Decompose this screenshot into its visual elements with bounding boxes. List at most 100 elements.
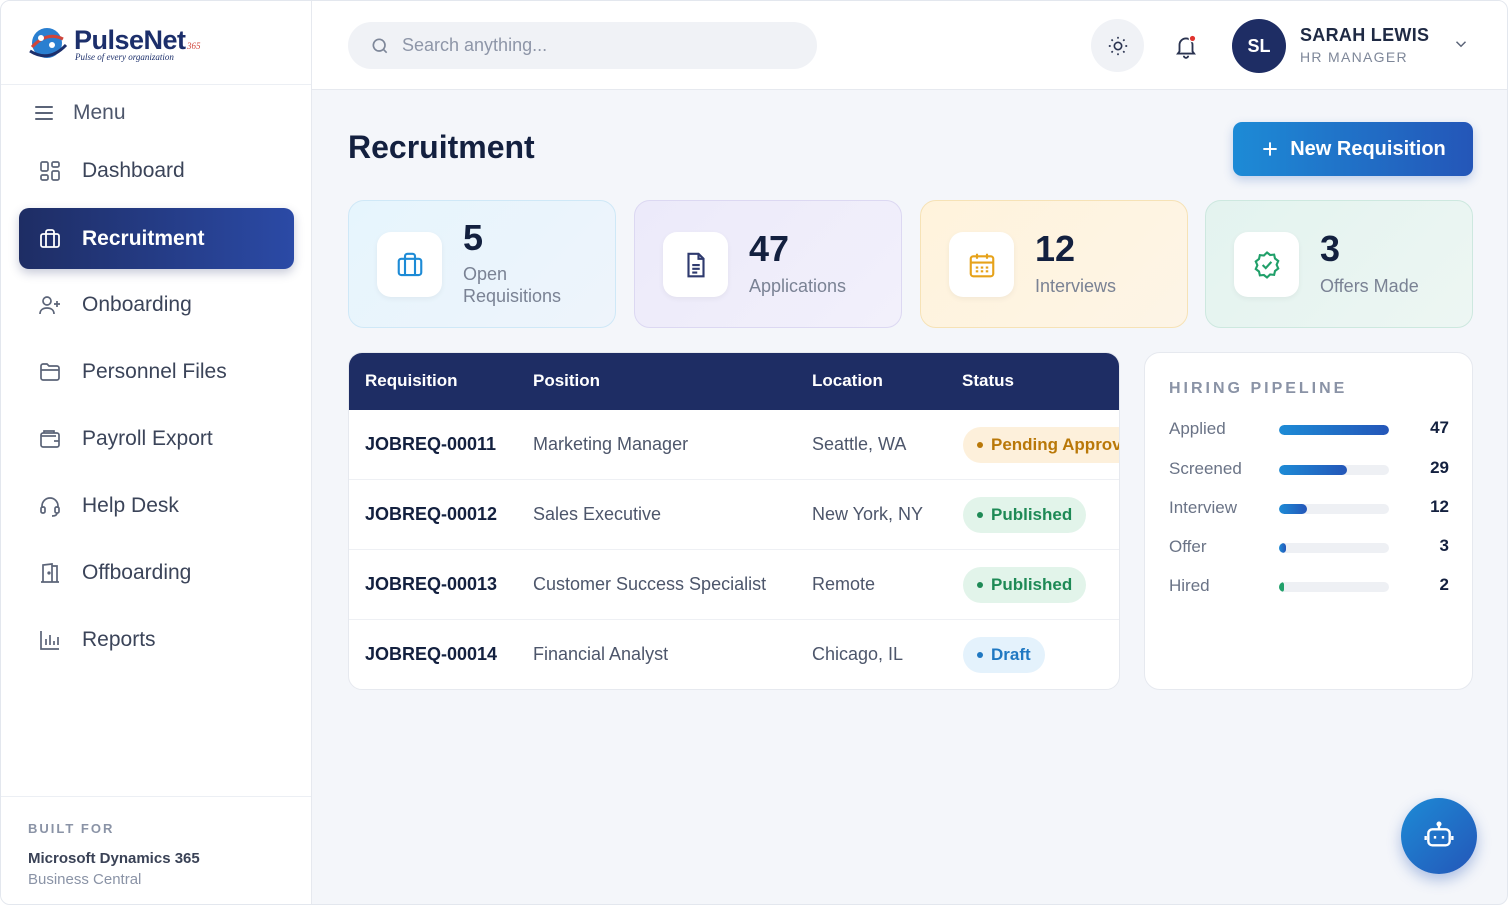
position-cell: Marketing Manager [533,434,689,454]
table-row[interactable]: JOBREQ-00012 Sales Executive New York, N… [349,480,1119,550]
status-badge: Published [963,567,1087,603]
menu-label: Menu [73,101,126,124]
sidebar-item-personnel-files[interactable]: Personnel Files [19,341,294,402]
sidebar-item-label: Payroll Export [82,426,213,450]
chevron-down-icon[interactable] [1452,35,1470,53]
menu-toggle[interactable]: Menu [33,99,126,127]
user-name[interactable]: SARAH LEWIS [1300,25,1429,46]
wallet-icon [37,426,63,452]
stat-card-applications[interactable]: 47 Applications [634,200,902,328]
stat-card-interviews[interactable]: 12 Interviews [920,200,1188,328]
requisitions-table: Requisition Position Location Status JOB… [348,352,1120,690]
brand-tagline: Pulse of every organization [75,52,174,62]
requisition-id[interactable]: JOBREQ-00013 [365,574,497,595]
grid-icon [37,158,63,184]
sidebar-item-offboarding[interactable]: Offboarding [19,542,294,603]
stage-progress-bar [1279,582,1389,592]
status-text: Draft [991,645,1031,664]
sun-icon [1108,36,1127,55]
sidebar-item-onboarding[interactable]: Onboarding [19,274,294,335]
search-box[interactable] [348,22,817,69]
sidebar-item-dashboard[interactable]: Dashboard [19,140,294,201]
new-requisition-button[interactable]: New Requisition [1233,122,1473,176]
robot-icon [1424,821,1454,847]
stat-card-offers-made[interactable]: 3 Offers Made [1205,200,1473,328]
stage-progress-fill [1279,543,1287,553]
sidebar-item-label: Offboarding [82,560,192,584]
sidebar-item-label: Reports [82,627,156,651]
column-header-requisition[interactable]: Requisition [365,371,458,391]
status-text: Published [991,575,1073,594]
plus-icon [1263,142,1277,156]
column-header-position[interactable]: Position [533,371,600,391]
notifications-button[interactable] [1159,19,1212,72]
stat-card-open-requisitions[interactable]: 5 Open Requisitions [348,200,616,328]
theme-toggle-button[interactable] [1091,19,1144,72]
app-window: PulseNet 365 Pulse of every organization… [0,0,1508,905]
stat-label: Offers Made [1320,276,1419,296]
location-cell: New York, NY [812,504,924,524]
stage-count: 29 [1430,458,1449,477]
document-icon [663,232,728,297]
column-header-status[interactable]: Status [962,371,1014,391]
position-cell: Sales Executive [533,504,662,524]
avatar[interactable]: SL [1232,19,1286,73]
stage-label: Screened [1169,459,1242,478]
table-row[interactable]: JOBREQ-00013 Customer Success Specialist… [349,550,1119,620]
assistant-chat-button[interactable] [1401,798,1477,874]
status-text: Pending Approval [991,435,1120,454]
sidebar-item-payroll-export[interactable]: Payroll Export [19,408,294,469]
stat-value: 3 [1320,228,1341,269]
pipeline-stage-interview: Interview 12 [1169,496,1449,520]
stage-progress-fill [1279,504,1308,514]
stage-count: 12 [1430,497,1449,516]
sidebar-item-help-desk[interactable]: Help Desk [19,475,294,536]
stage-count: 3 [1439,536,1449,555]
sidebar-item-reports[interactable]: Reports [19,609,294,670]
stage-progress-bar [1279,543,1389,553]
stage-label: Offer [1169,537,1207,556]
stage-progress-fill [1279,425,1389,435]
briefcase-icon [37,226,63,252]
search-input[interactable] [402,35,802,56]
built-for-caption: BUILT FOR [28,821,115,836]
headset-icon [37,493,63,519]
logo-icon [29,28,68,58]
status-text: Published [991,505,1073,524]
sidebar-item-label: Help Desk [82,493,179,517]
sidebar-item-label: Onboarding [82,292,192,316]
location-cell: Remote [812,574,876,594]
stage-progress-bar [1279,504,1389,514]
column-header-location[interactable]: Location [812,371,883,391]
stage-label: Hired [1169,576,1210,595]
new-requisition-label: New Requisition [1290,137,1446,160]
position-cell: Customer Success Specialist [533,574,767,594]
sidebar-item-recruitment[interactable]: Recruitment [19,208,294,269]
stage-count: 47 [1430,418,1449,437]
user-role: HR MANAGER [1300,49,1408,65]
table-row[interactable]: JOBREQ-00011 Marketing Manager Seattle, … [349,410,1120,480]
sidebar: PulseNet 365 Pulse of every organization… [1,1,312,904]
hiring-pipeline-card: HIRING PIPELINE Applied 47 Screened 29 I… [1144,352,1473,690]
brand-suffix: 365 [187,41,201,51]
pipeline-title: HIRING PIPELINE [1169,380,1348,397]
platform-edition: Business Central [28,871,142,888]
requisition-id[interactable]: JOBREQ-00012 [365,504,497,525]
pipeline-stage-hired: Hired 2 [1169,574,1449,598]
location-cell: Chicago, IL [812,644,904,664]
sidebar-item-label: Personnel Files [82,359,227,383]
requisition-id[interactable]: JOBREQ-00011 [365,434,496,455]
bell-icon [1175,34,1196,59]
location-cell: Seattle, WA [812,434,907,454]
brand-logo[interactable]: PulseNet 365 Pulse of every organization [1,1,311,85]
status-badge: Pending Approval [963,427,1120,463]
stage-label: Applied [1169,419,1226,438]
requisition-id[interactable]: JOBREQ-00014 [365,644,497,665]
stat-value: 12 [1035,228,1076,269]
sidebar-footer: BUILT FOR Microsoft Dynamics 365 Busines… [1,796,311,904]
table-row[interactable]: JOBREQ-00014 Financial Analyst Chicago, … [349,620,1119,689]
user-plus-icon [37,292,63,318]
hamburger-icon [33,105,55,121]
stage-count: 2 [1439,575,1449,594]
status-badge: Draft [963,637,1045,673]
